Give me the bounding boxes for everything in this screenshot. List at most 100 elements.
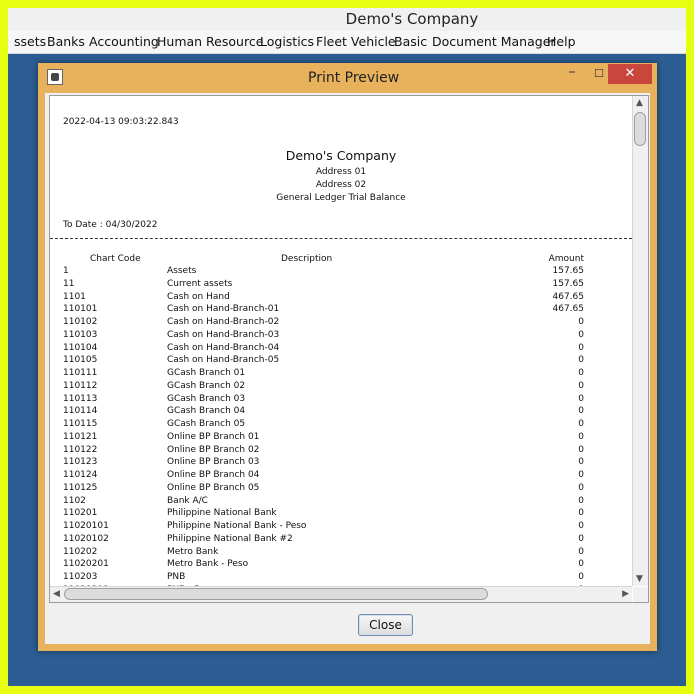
row-code: 110113 <box>63 393 98 404</box>
row-description: GCash Branch 03 <box>167 393 246 404</box>
dialog-body: 2022-04-13 09:03:22.843 Demo's Company A… <box>45 93 650 644</box>
table-row: 11020102 Philippine National Bank #2 0 <box>50 533 632 546</box>
row-code: 110115 <box>63 419 98 429</box>
table-row: 11020101 Philippine National Bank - Peso 0 <box>50 520 632 533</box>
preview-scroll-pane[interactable]: 2022-04-13 09:03:22.843 Demo's Company A… <box>49 95 649 603</box>
row-description: Assets <box>167 266 197 276</box>
app-window-icon <box>47 69 63 85</box>
row-code: 11020102 <box>63 533 109 544</box>
row-amount: 0 <box>578 572 584 582</box>
row-amount: 0 <box>578 482 584 493</box>
row-description: GCash Branch 04 <box>167 406 246 417</box>
horizontal-scrollbar[interactable]: ◀ ▶ <box>50 586 632 602</box>
menu-assets[interactable]: ssets <box>14 34 46 49</box>
row-amount: 0 <box>578 380 584 391</box>
table-row: 110101 Cash on Hand-Branch-01 467.65 <box>50 303 632 316</box>
table-row: 110202 Metro Bank 0 <box>50 546 632 559</box>
close-button[interactable]: Close <box>358 614 413 636</box>
row-amount: 0 <box>578 508 584 519</box>
report-rows: 1 Assets 157.65 11 Current assets 157.65 1101 C… <box>50 265 632 586</box>
column-header-description: Description <box>281 254 333 264</box>
row-code: 110104 <box>63 342 98 353</box>
row-code: 11020101 <box>63 521 109 531</box>
table-row: 110122 Online BP Branch 02 0 <box>50 444 632 457</box>
scroll-down-icon[interactable]: ▼ <box>636 574 643 584</box>
menu-human-resource[interactable]: Human Resource <box>157 34 263 49</box>
row-code: 110125 <box>63 482 98 493</box>
menu-document-manager[interactable]: Document Manager <box>432 34 556 49</box>
table-row: 1101 Cash on Hand 467.65 <box>50 291 632 304</box>
row-description: Philippine National Bank - Peso <box>167 521 307 531</box>
vertical-scrollbar[interactable]: ▲ ▼ <box>632 96 648 586</box>
row-code: 110121 <box>63 431 98 442</box>
row-description: Cash on Hand-Branch-01 <box>167 304 280 315</box>
menu-accounting[interactable]: Accounting <box>89 34 159 49</box>
row-description: Bank A/C <box>167 495 208 506</box>
row-code: 1101 <box>63 291 86 302</box>
row-description: Cash on Hand-Branch-04 <box>167 342 280 353</box>
column-header-amount: Amount <box>548 254 584 264</box>
row-amount: 157.65 <box>552 278 585 289</box>
table-row: 110125 Online BP Branch 05 0 <box>50 482 632 495</box>
row-code: 110112 <box>63 380 98 391</box>
row-code: 110105 <box>63 355 98 366</box>
table-row: 110111 GCash Branch 01 0 <box>50 367 632 380</box>
row-amount: 467.65 <box>552 291 585 302</box>
report-company: Demo's Company <box>285 148 397 163</box>
row-code: 1 <box>63 266 69 276</box>
report-divider <box>50 238 632 239</box>
row-amount: 467.65 <box>552 304 585 315</box>
row-amount: 0 <box>578 559 584 570</box>
table-row: 110102 Cash on Hand-Branch-02 0 <box>50 316 632 329</box>
report-address-1: Address 01 <box>315 167 367 177</box>
row-code: 110202 <box>63 546 98 557</box>
table-row: 11020201 Metro Bank - Peso 0 <box>50 558 632 571</box>
menu-basic[interactable]: Basic <box>394 34 427 49</box>
row-amount: 0 <box>578 355 584 366</box>
table-row: 110115 GCash Branch 05 0 <box>50 418 632 431</box>
dialog-title: Print Preview <box>308 70 400 86</box>
row-description: Cash on Hand-Branch-05 <box>167 355 280 366</box>
row-amount: 0 <box>578 317 584 327</box>
horizontal-scroll-thumb[interactable] <box>64 588 488 600</box>
menu-banks[interactable]: Banks <box>47 34 85 49</box>
vertical-scroll-thumb[interactable] <box>634 112 646 146</box>
row-code: 1102 <box>63 495 86 506</box>
report-title: General Ledger Trial Balance <box>276 193 406 203</box>
row-description: Online BP Branch 03 <box>167 457 260 468</box>
row-description: Cash on Hand-Branch-02 <box>167 317 280 327</box>
scroll-right-icon[interactable]: ▶ <box>622 589 629 599</box>
row-description: Online BP Branch 04 <box>167 470 260 480</box>
scroll-up-icon[interactable]: ▲ <box>636 98 643 108</box>
app-titlebar: Demo's Company <box>0 0 694 34</box>
row-code: 110124 <box>63 470 98 480</box>
scroll-left-icon[interactable]: ◀ <box>53 589 60 599</box>
report-page: 2022-04-13 09:03:22.843 Demo's Company A… <box>50 96 632 586</box>
menu-fleet-vehicle[interactable]: Fleet Vehicle <box>316 34 396 49</box>
table-row: 1102 Bank A/C 0 <box>50 495 632 508</box>
minimize-button[interactable]: – <box>558 64 586 84</box>
scrollbar-corner <box>633 587 648 602</box>
row-amount: 0 <box>578 470 584 480</box>
report-address-2: Address 02 <box>315 180 367 190</box>
menu-help[interactable]: Help <box>547 34 576 49</box>
row-code: 110114 <box>63 406 98 417</box>
row-code: 110201 <box>63 508 98 519</box>
row-description: Metro Bank - Peso <box>167 559 249 570</box>
row-code: 110103 <box>63 329 98 340</box>
row-amount: 0 <box>578 393 584 404</box>
table-row: 110123 Online BP Branch 03 0 <box>50 456 632 469</box>
row-description: GCash Branch 02 <box>167 380 246 391</box>
window-close-button[interactable]: ✕ <box>608 64 652 84</box>
row-description: Online BP Branch 05 <box>167 482 260 493</box>
row-amount: 0 <box>578 457 584 468</box>
row-amount: 0 <box>578 368 584 378</box>
table-row: 110103 Cash on Hand-Branch-03 0 <box>50 329 632 342</box>
row-amount: 0 <box>578 444 584 455</box>
row-amount: 0 <box>578 329 584 340</box>
row-description: GCash Branch 01 <box>167 368 246 378</box>
table-row: 110124 Online BP Branch 04 0 <box>50 469 632 482</box>
dialog-titlebar[interactable]: Print Preview – ☐ ✕ <box>38 63 657 93</box>
report-to-date: To Date : 04/30/2022 <box>63 220 158 230</box>
menu-logistics[interactable]: Logistics <box>260 34 314 49</box>
